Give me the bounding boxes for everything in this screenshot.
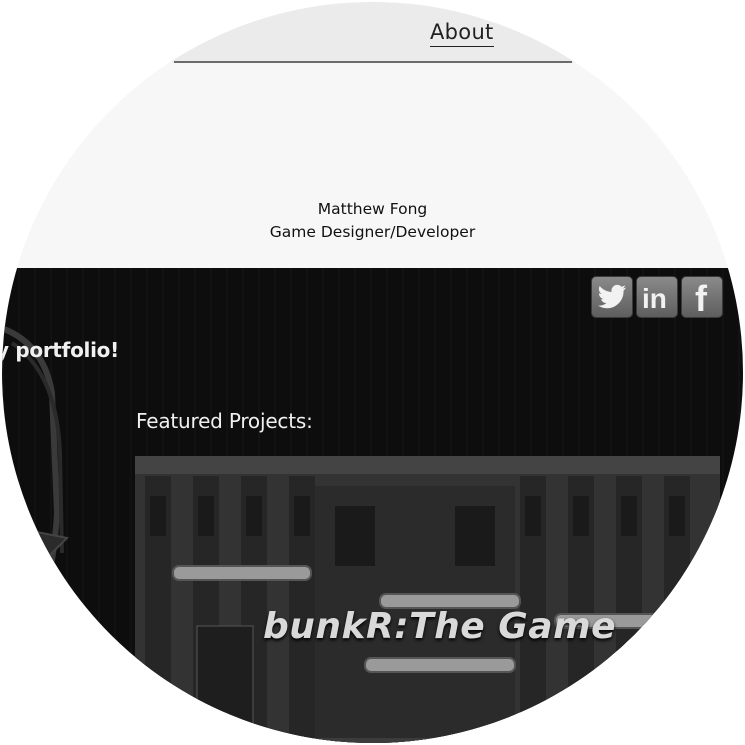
linkedin-icon: in (642, 283, 667, 311)
project-card[interactable]: bunkR:The Game (135, 456, 720, 743)
author-name: Matthew Fong (317, 200, 428, 218)
main-content: y portfolio! in f Featured Projects: bun… (2, 268, 743, 743)
helmet-illustration (2, 325, 70, 693)
welcome-text: y portfolio! (2, 338, 119, 362)
author-role: Game Designer/Developer (269, 223, 476, 241)
linkedin-label: in (642, 283, 667, 311)
facebook-icon: f (695, 280, 708, 314)
project-thumbnail (135, 456, 720, 743)
top-nav: About (2, 2, 743, 63)
linkedin-button[interactable]: in (636, 276, 678, 318)
facebook-label: f (695, 280, 708, 314)
bio: Matthew Fong Game Designer/Developer (2, 198, 743, 244)
header: Matthew Fong Game Designer/Developer (2, 63, 743, 268)
nav-link-about[interactable]: About (430, 20, 494, 47)
page-viewport: About Matthew Fong Game Designer/Develop… (2, 2, 743, 743)
featured-heading: Featured Projects: (136, 409, 313, 433)
project-title: bunkR:The Game (263, 606, 616, 647)
twitter-button[interactable] (591, 276, 633, 318)
facebook-button[interactable]: f (681, 276, 723, 318)
twitter-icon (598, 284, 626, 309)
